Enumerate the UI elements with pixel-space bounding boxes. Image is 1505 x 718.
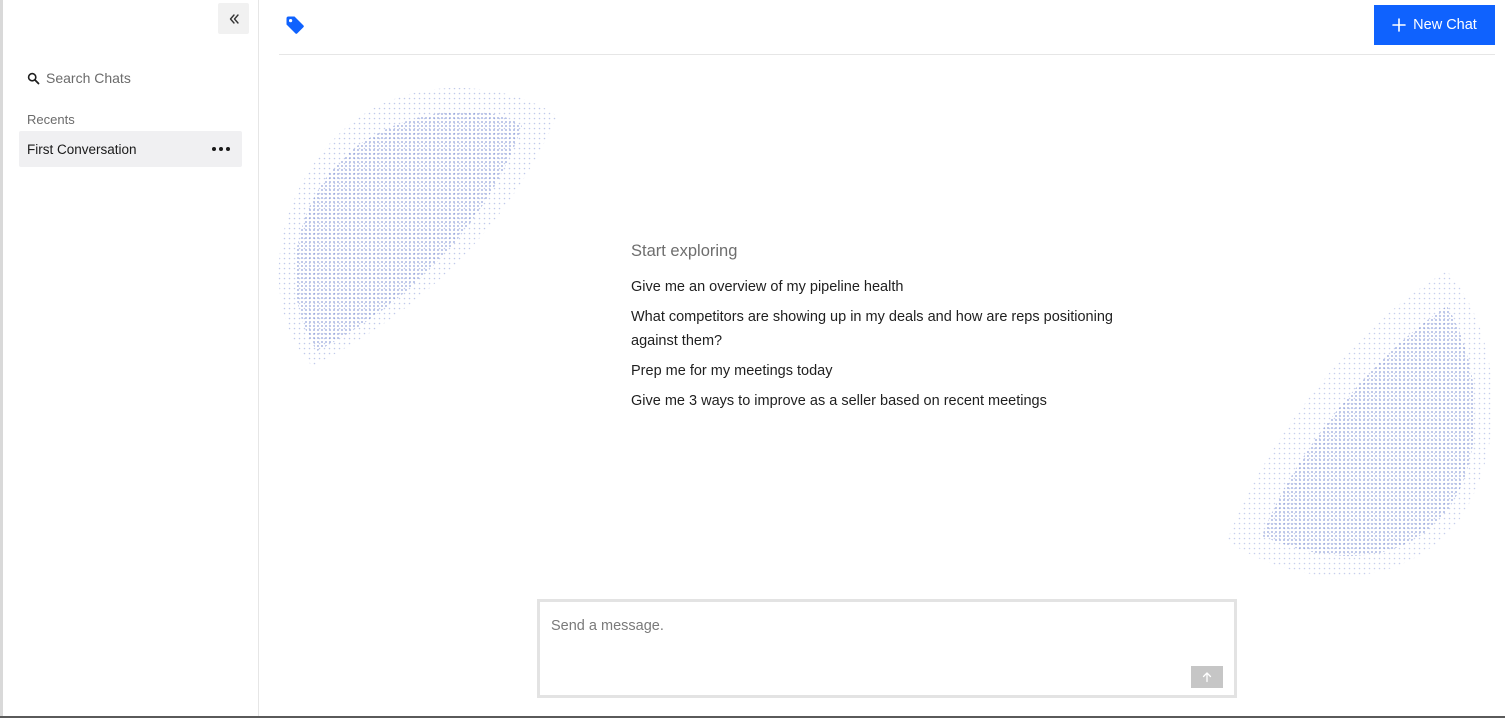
decorative-dot-pattern-left (278, 87, 557, 366)
more-horizontal-icon[interactable] (210, 143, 232, 155)
tag-icon[interactable] (285, 15, 305, 35)
new-chat-button[interactable]: New Chat (1374, 5, 1495, 45)
start-exploring-section: Start exploring Give me an overview of m… (631, 241, 1151, 419)
recents-heading: Recents (27, 112, 75, 127)
message-input[interactable] (551, 614, 1171, 638)
menu-dot (212, 147, 216, 151)
header-divider (279, 54, 1495, 55)
plus-icon (1392, 18, 1406, 32)
suggested-prompt[interactable]: What competitors are showing up in my de… (631, 305, 1151, 353)
new-chat-label: New Chat (1413, 17, 1477, 33)
arrow-up-icon (1202, 672, 1212, 683)
suggested-prompt[interactable]: Give me 3 ways to improve as a seller ba… (631, 389, 1151, 413)
sidebar: Search Chats Recents First Conversation (3, 0, 259, 716)
chat-item-label: First Conversation (27, 141, 137, 157)
chat-item-first-conversation[interactable]: First Conversation (19, 131, 242, 167)
search-chats-placeholder: Search Chats (46, 70, 131, 86)
search-chats[interactable]: Search Chats (27, 68, 131, 88)
message-composer (537, 599, 1237, 698)
collapse-sidebar-button[interactable] (218, 3, 249, 34)
chevrons-left-icon (229, 13, 239, 24)
start-exploring-title: Start exploring (631, 242, 738, 260)
send-button[interactable] (1191, 666, 1223, 688)
menu-dot (219, 147, 223, 151)
menu-dot (226, 147, 230, 151)
search-icon (27, 72, 40, 84)
suggested-prompt[interactable]: Prep me for my meetings today (631, 359, 1151, 383)
decorative-dot-pattern-right (1227, 271, 1493, 577)
suggested-prompt[interactable]: Give me an overview of my pipeline healt… (631, 275, 1151, 299)
